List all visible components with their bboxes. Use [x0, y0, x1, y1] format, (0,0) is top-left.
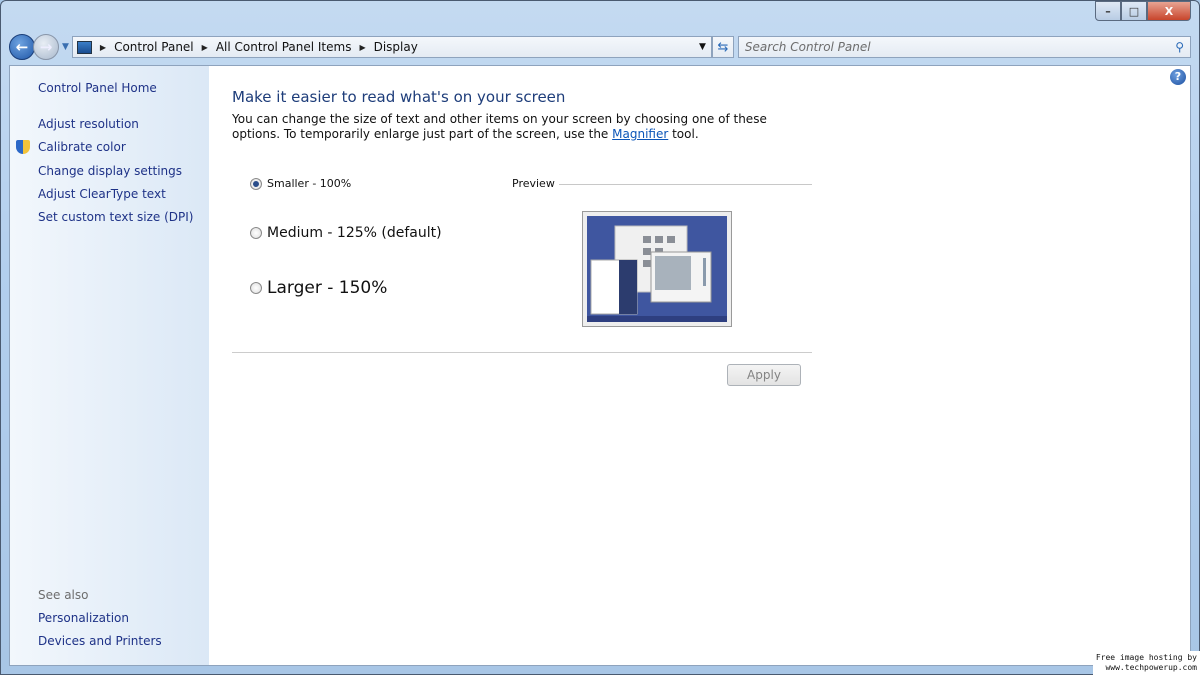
close-button[interactable]: X — [1147, 1, 1191, 21]
help-icon[interactable]: ? — [1170, 69, 1186, 85]
sidebar-item-devices-printers[interactable]: Devices and Printers — [38, 634, 162, 648]
breadcrumb-control-panel[interactable]: Control Panel — [114, 40, 194, 54]
breadcrumb-all-items[interactable]: All Control Panel Items — [216, 40, 352, 54]
navigation-bar: ← → ▼ ▶ Control Panel ▶ All Control Pane… — [9, 34, 1191, 60]
breadcrumb-separator-icon[interactable]: ▶ — [202, 43, 208, 52]
watermark: Free image hosting by www.techpowerup.com — [1092, 651, 1200, 675]
preview-label: Preview — [512, 177, 555, 190]
sidebar-item-custom-dpi[interactable]: Set custom text size (DPI) — [38, 210, 193, 224]
breadcrumb-separator-icon[interactable]: ▶ — [100, 43, 106, 52]
breadcrumb-separator-icon[interactable]: ▶ — [359, 43, 365, 52]
maximize-button[interactable]: □ — [1121, 1, 1147, 21]
search-input[interactable]: Search Control Panel ⚲ — [737, 36, 1191, 58]
sidebar-item-adjust-cleartype[interactable]: Adjust ClearType text — [38, 187, 166, 201]
see-also-heading: See also — [38, 588, 89, 602]
sidebar-item-change-display-settings[interactable]: Change display settings — [38, 164, 182, 178]
back-button[interactable]: ← — [9, 34, 35, 60]
radio-button[interactable] — [250, 227, 262, 239]
divider — [232, 352, 812, 353]
page-description: You can change the size of text and othe… — [232, 112, 767, 141]
option-larger[interactable]: Larger - 150% — [250, 278, 387, 298]
sidebar-item-adjust-resolution[interactable]: Adjust resolution — [38, 117, 139, 131]
address-dropdown-icon[interactable]: ▼ — [693, 42, 711, 52]
address-bar[interactable]: ▶ Control Panel ▶ All Control Panel Item… — [71, 36, 712, 58]
option-medium[interactable]: Medium - 125% (default) — [250, 225, 442, 241]
content-area: Control Panel Home Adjust resolution Cal… — [9, 65, 1191, 666]
preview-image — [582, 211, 732, 327]
sidebar-item-personalization[interactable]: Personalization — [38, 611, 129, 625]
minimize-button[interactable]: – — [1095, 1, 1121, 21]
window-frame: – □ X ← → ▼ ▶ Control Panel ▶ All Contro… — [0, 0, 1200, 675]
sidebar: Control Panel Home Adjust resolution Cal… — [10, 66, 209, 665]
magnifier-link[interactable]: Magnifier — [612, 127, 668, 141]
sidebar-control-panel-home[interactable]: Control Panel Home — [38, 81, 157, 95]
radio-button[interactable] — [250, 177, 262, 190]
window-controls: – □ X — [1095, 1, 1191, 21]
breadcrumb-display[interactable]: Display — [374, 40, 418, 54]
refresh-button[interactable]: ⇆ — [711, 36, 734, 58]
divider — [559, 184, 812, 185]
shield-icon — [16, 140, 30, 154]
control-panel-icon — [76, 40, 92, 54]
radio-button[interactable] — [250, 282, 262, 294]
search-icon[interactable]: ⚲ — [1175, 40, 1184, 54]
option-smaller[interactable]: Smaller - 100% — [250, 177, 351, 190]
apply-button[interactable]: Apply — [727, 364, 801, 386]
page-title: Make it easier to read what's on your sc… — [232, 88, 566, 106]
forward-button[interactable]: → — [33, 34, 59, 60]
recent-pages-dropdown[interactable]: ▼ — [62, 42, 69, 52]
sidebar-item-calibrate-color[interactable]: Calibrate color — [38, 140, 126, 154]
